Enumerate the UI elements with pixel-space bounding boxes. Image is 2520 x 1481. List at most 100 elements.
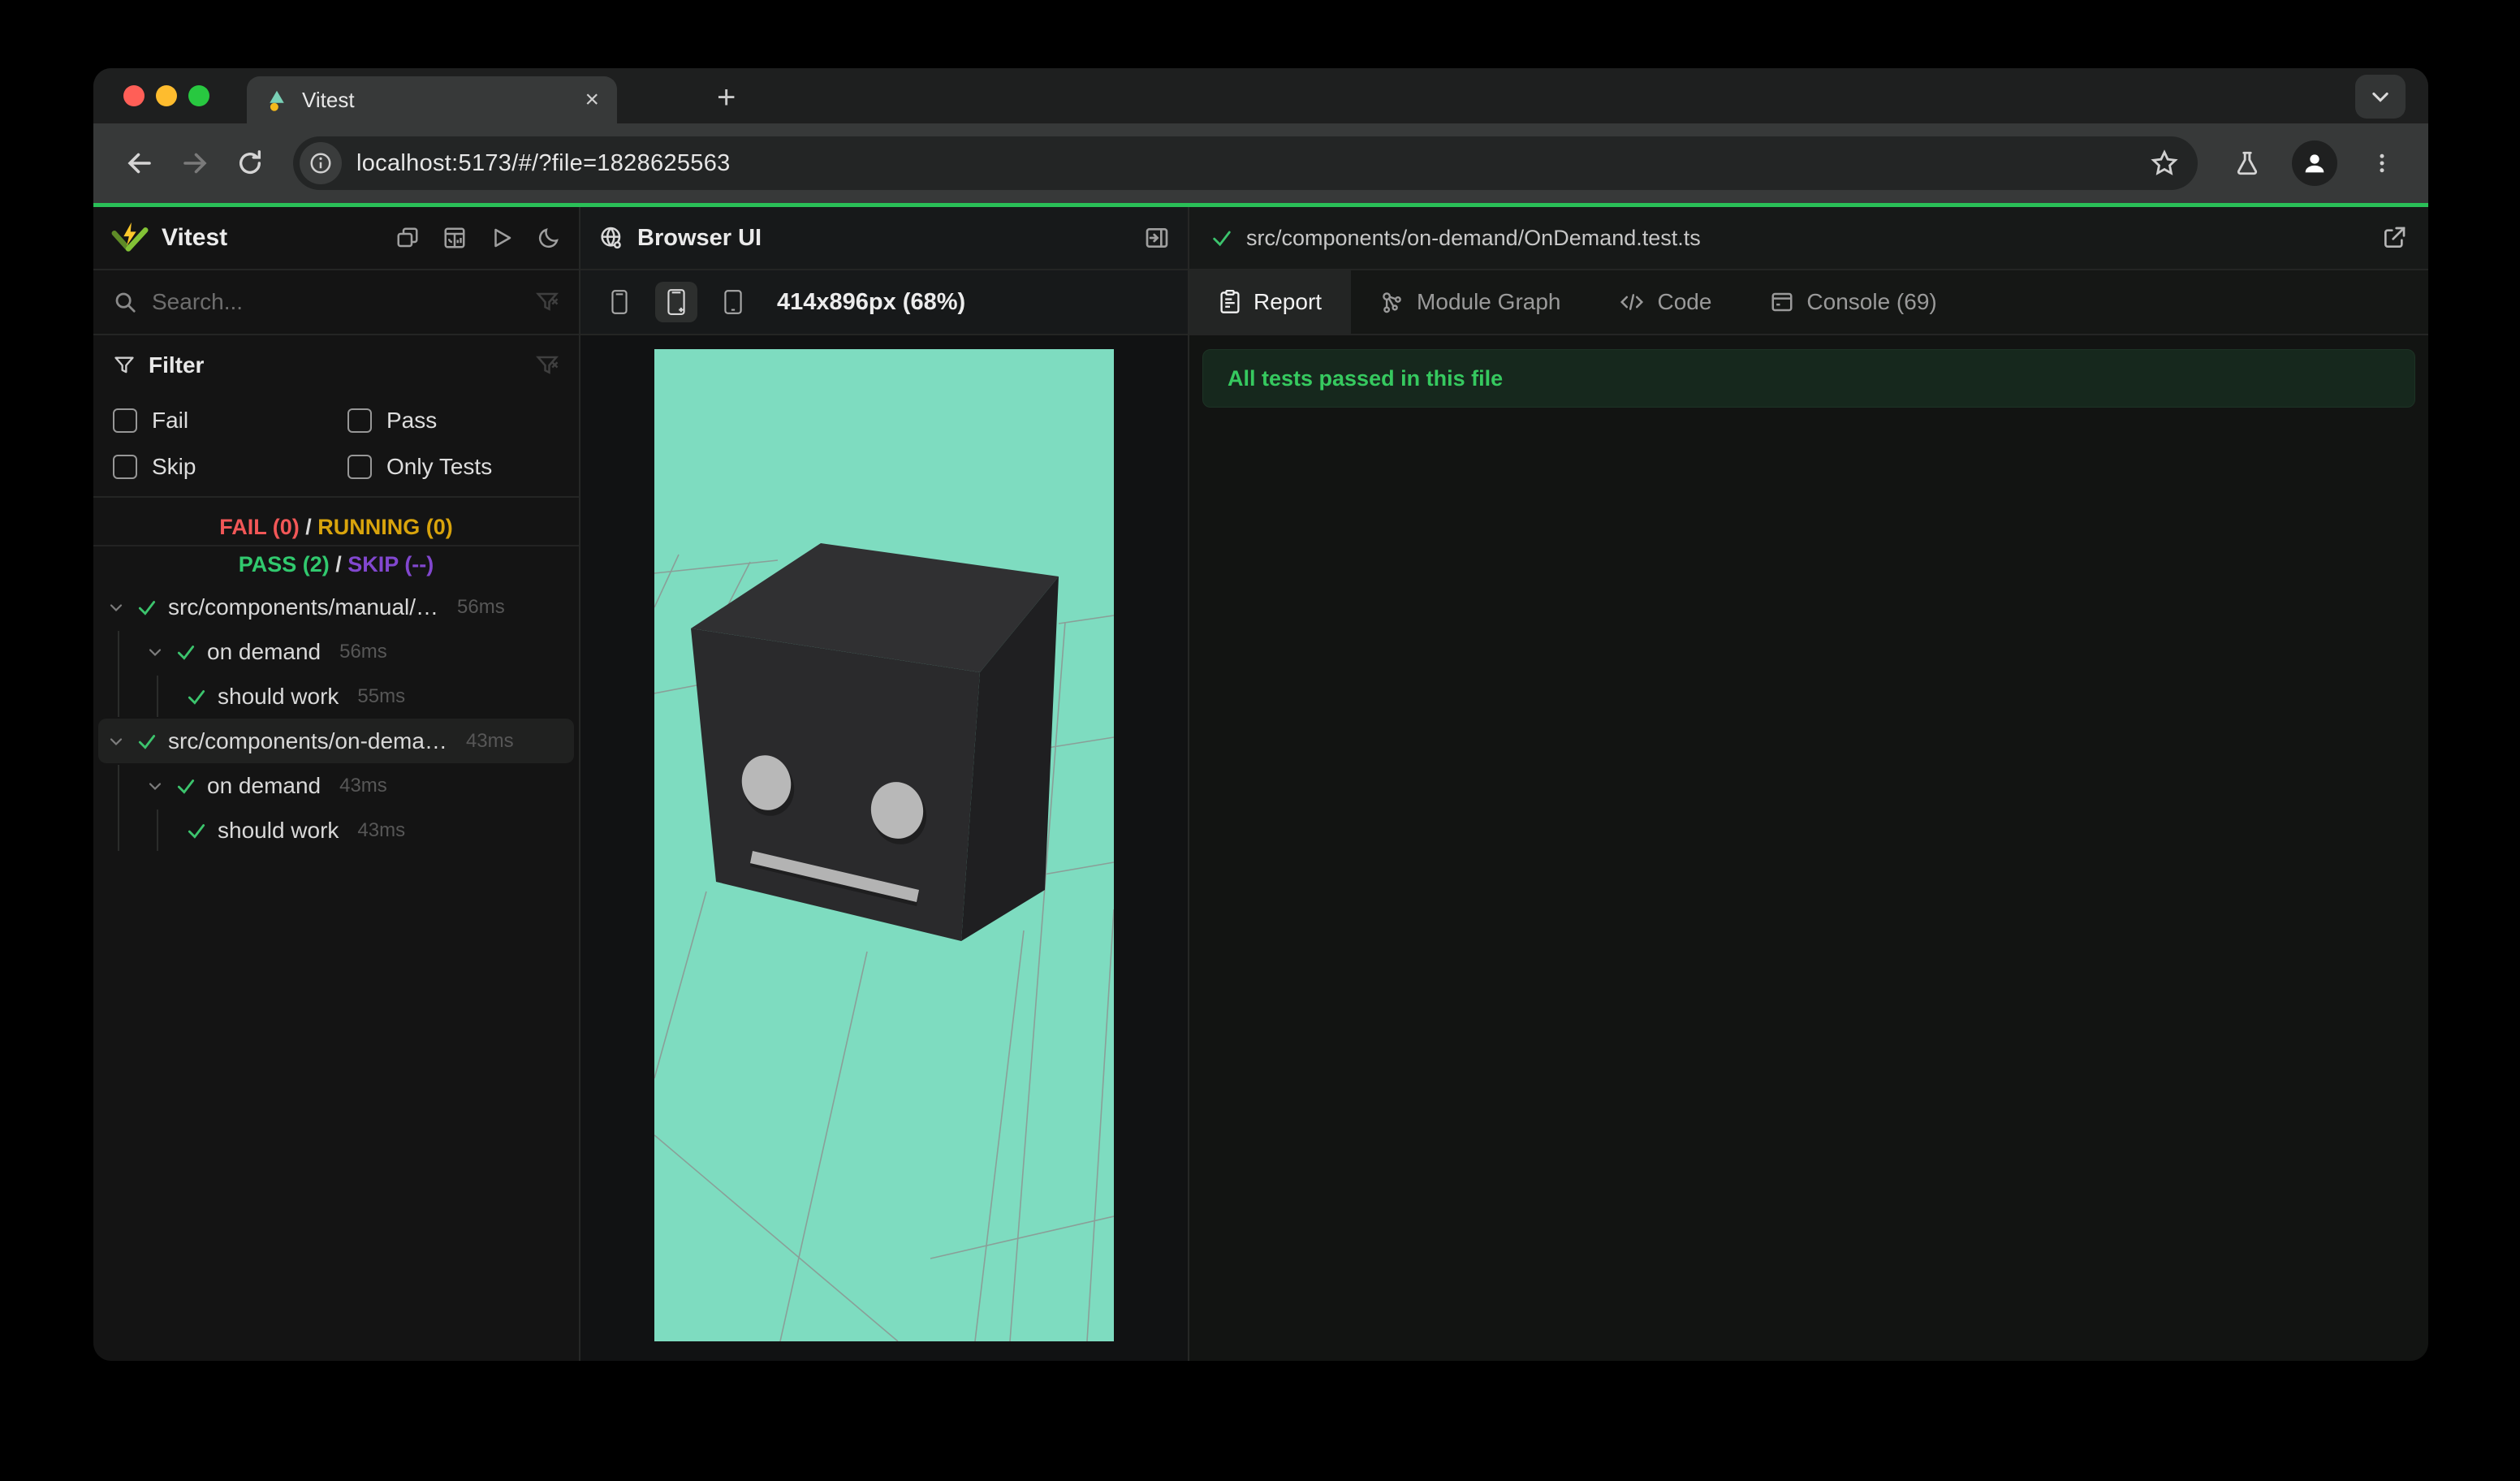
vitest-app: Vitest Search... Filter Fail Pass Skip O… [93, 207, 2428, 1361]
preview-area [580, 335, 1188, 1361]
filter-title: Filter [149, 352, 205, 378]
minimize-window-button[interactable] [156, 85, 177, 106]
report-tabs: Report Module Graph Code Console (69) [1189, 270, 2428, 335]
tab-console[interactable]: Console (69) [1741, 270, 1966, 334]
tree-file-row-selected[interactable]: src/components/on-dema… 43ms [98, 719, 574, 763]
checkbox-icon[interactable] [113, 408, 137, 433]
skip-count: SKIP (--) [347, 552, 434, 576]
globe-icon [598, 225, 624, 251]
chevron-down-icon[interactable] [145, 776, 165, 796]
sidebar: Vitest Search... Filter Fail Pass Skip O… [93, 207, 580, 1361]
close-window-button[interactable] [123, 85, 145, 106]
browser-ui-panel: Browser UI 414x896px (68%) [580, 207, 1189, 1361]
viewport-size-label: 414x896px (68%) [777, 288, 966, 315]
clear-search-filter-icon[interactable] [535, 290, 559, 314]
pass-check-icon [1210, 227, 1233, 249]
tested-component-iframe[interactable] [654, 349, 1114, 1341]
filter-checkbox-pass[interactable]: Pass [347, 397, 559, 443]
reload-icon[interactable] [227, 140, 274, 187]
tree-file-row[interactable]: src/components/manual/… 56ms [93, 585, 579, 629]
dashboard-icon[interactable] [442, 226, 467, 250]
maximize-window-button[interactable] [188, 85, 209, 106]
sidebar-actions [395, 226, 561, 250]
vitest-logo [111, 219, 149, 257]
site-info-icon[interactable] [300, 142, 342, 184]
tab-report[interactable]: Report [1189, 270, 1352, 334]
indent-guide [118, 765, 119, 851]
tab-code[interactable]: Code [1590, 270, 1741, 334]
dark-mode-moon-icon[interactable] [537, 226, 561, 250]
new-tab-button[interactable]: + [717, 80, 736, 116]
url-bar[interactable]: localhost:5173/#/?file=1828625563 [293, 136, 2198, 190]
tab-search-button[interactable] [2355, 75, 2406, 119]
filter-checkbox-skip[interactable]: Skip [113, 443, 347, 490]
duration: 43ms [357, 818, 406, 841]
tab-close-icon[interactable]: × [585, 88, 599, 112]
filter-checkbox-only-tests[interactable]: Only Tests [347, 443, 559, 490]
indent-guide [118, 631, 119, 717]
toolbar-right [2217, 140, 2406, 187]
report-content: All tests passed in this file [1189, 335, 2428, 1361]
test-summary: FAIL (0) / RUNNING (0) PASS (2) / SKIP (… [93, 498, 579, 585]
search-row [93, 270, 579, 335]
traffic-lights [123, 85, 209, 106]
duration: 43ms [465, 729, 514, 752]
test-tree: src/components/manual/… 56ms on demand 5… [93, 585, 579, 1361]
all-tests-passed-banner: All tests passed in this file [1202, 349, 2415, 408]
browser-toolbar: localhost:5173/#/?file=1828625563 [93, 123, 2428, 203]
indent-guide [157, 676, 158, 717]
device-phone-plus-icon[interactable] [655, 282, 697, 322]
dock-panel-icon[interactable] [1144, 225, 1170, 251]
report-header: src/components/on-demand/OnDemand.test.t… [1189, 207, 2428, 270]
tree-suite-row[interactable]: on demand 56ms [93, 629, 579, 674]
filter-checkbox-fail[interactable]: Fail [113, 397, 347, 443]
tab-title: Vitest [302, 87, 355, 112]
browser-tab[interactable]: Vitest × [247, 76, 617, 123]
forward-icon[interactable] [171, 140, 218, 187]
pass-check-icon [136, 597, 158, 618]
browser-menu-icon[interactable] [2358, 140, 2406, 187]
filter-panel: Filter Fail Pass Skip Only Tests [93, 335, 579, 498]
robot-cube-scene [654, 543, 1114, 1341]
pass-check-icon [175, 775, 196, 797]
device-tablet-icon[interactable] [712, 282, 754, 322]
pass-check-icon [136, 731, 158, 752]
checkbox-icon[interactable] [347, 454, 372, 479]
duration: 55ms [357, 684, 406, 707]
search-icon [113, 290, 137, 314]
indent-guide [157, 810, 158, 851]
browser-window: Vitest × + localhost:5173/#/?file=182862… [93, 68, 2428, 1361]
tab-module-graph[interactable]: Module Graph [1351, 270, 1590, 334]
fail-count: FAIL (0) [219, 515, 300, 539]
bookmark-star-icon[interactable] [2151, 149, 2190, 177]
duration: 56ms [339, 640, 387, 663]
panel-title: Browser UI [637, 224, 762, 251]
url-input[interactable]: localhost:5173/#/?file=1828625563 [356, 150, 2136, 177]
profile-avatar[interactable] [2292, 140, 2337, 186]
duration: 43ms [339, 774, 387, 797]
pass-count: PASS (2) [238, 552, 330, 576]
checkbox-icon[interactable] [113, 454, 137, 479]
search-input[interactable] [152, 289, 520, 315]
clear-filter-icon[interactable] [535, 353, 559, 378]
report-panel: src/components/on-demand/OnDemand.test.t… [1189, 207, 2428, 1361]
chevron-down-icon[interactable] [145, 642, 165, 662]
funnel-icon [113, 354, 136, 377]
open-external-icon[interactable] [2381, 225, 2407, 251]
pass-check-icon [186, 820, 207, 841]
tree-test-row[interactable]: should work 55ms [93, 674, 579, 719]
run-all-icon[interactable] [490, 226, 514, 250]
checkbox-icon[interactable] [347, 408, 372, 433]
tree-suite-row[interactable]: on demand 43ms [93, 763, 579, 808]
tree-test-row[interactable]: should work 43ms [93, 808, 579, 853]
device-phone-icon[interactable] [598, 282, 641, 322]
chevron-down-icon[interactable] [106, 732, 126, 751]
ungroup-windows-icon[interactable] [395, 226, 420, 250]
running-count: RUNNING (0) [317, 515, 453, 539]
chevron-down-icon[interactable] [106, 598, 126, 617]
pass-check-icon [186, 686, 207, 707]
pass-check-icon [175, 641, 196, 663]
duration: 56ms [457, 595, 505, 618]
experiments-flask-icon[interactable] [2224, 140, 2271, 187]
back-icon[interactable] [116, 140, 163, 187]
